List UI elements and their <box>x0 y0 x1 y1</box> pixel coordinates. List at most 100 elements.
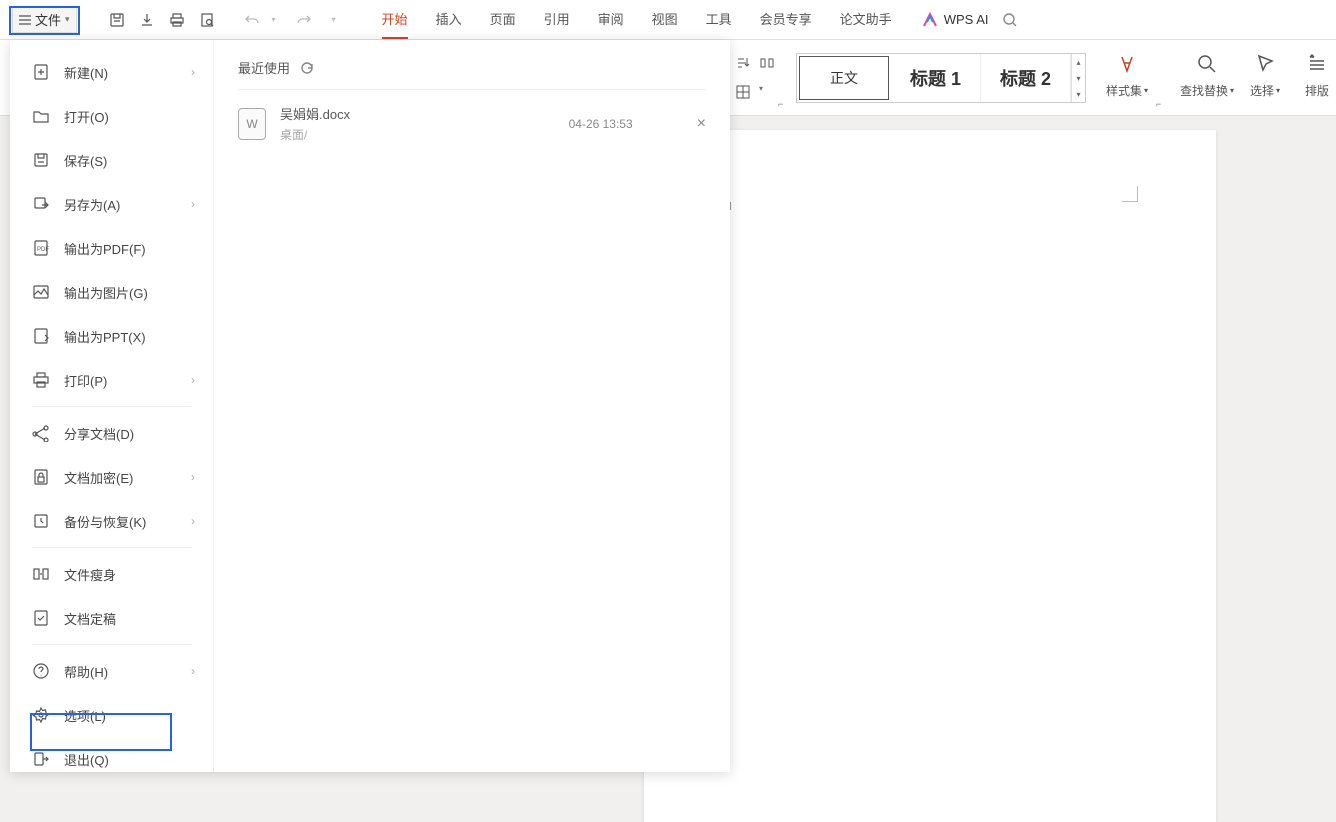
file-menu-dropdown: 新建(N) › 打开(O) 保存(S) 另存为(A) › <box>10 40 730 772</box>
styleset-button[interactable]: 样式集▾ <box>1106 50 1148 99</box>
page-corner-mark <box>1122 186 1138 202</box>
chevron-right-icon: › <box>191 664 195 678</box>
style-scroll-up-icon[interactable]: ▴ <box>1072 54 1085 70</box>
lock-icon <box>32 468 50 486</box>
recent-file-item[interactable]: W 吴娟娟.docx 桌面/ 04-26 13:53 × <box>238 90 706 157</box>
gear-icon <box>32 706 50 724</box>
styles-dialog-launcher[interactable]: ⌐ <box>1156 99 1161 109</box>
menu-separator <box>32 644 191 645</box>
menu-item-exit[interactable]: 退出(Q) <box>10 737 213 781</box>
tab-insert[interactable]: 插入 <box>436 0 462 39</box>
sort-icon[interactable] <box>735 55 751 71</box>
chevron-down-icon: ▾ <box>1276 86 1280 95</box>
print-icon[interactable] <box>169 12 185 28</box>
save-icon[interactable] <box>109 12 125 28</box>
chevron-right-icon: › <box>191 514 195 528</box>
exit-icon <box>32 750 50 768</box>
cursor-icon <box>1254 50 1276 78</box>
arrange-button[interactable]: 排版 <box>1305 50 1329 99</box>
redo-icon[interactable] <box>296 12 312 28</box>
menu-item-label: 保存(S) <box>64 151 107 170</box>
menu-item-backup[interactable]: 备份与恢复(K) › <box>10 499 213 543</box>
slim-icon <box>32 565 50 583</box>
tab-thesis[interactable]: 论文助手 <box>840 0 892 39</box>
borders-dropdown-icon[interactable]: ▾ <box>759 84 775 100</box>
paragraph-dialog-launcher[interactable]: ⌐ <box>778 99 783 109</box>
menu-separator <box>32 547 191 548</box>
refresh-icon[interactable] <box>300 61 314 75</box>
style-heading1[interactable]: 标题 1 <box>891 54 981 102</box>
new-file-icon <box>32 63 50 81</box>
menu-item-share[interactable]: 分享文档(D) <box>10 411 213 455</box>
menu-item-help[interactable]: 帮助(H) › <box>10 649 213 693</box>
menu-item-saveas[interactable]: 另存为(A) › <box>10 182 213 226</box>
menu-item-slim[interactable]: 文件瘦身 <box>10 552 213 596</box>
menu-item-exportpdf[interactable]: PDF 输出为PDF(F) <box>10 226 213 270</box>
tab-tools[interactable]: 工具 <box>706 0 732 39</box>
wps-ai-button[interactable]: WPS AI <box>922 12 989 28</box>
style-scroll-down-icon[interactable]: ▾ <box>1072 70 1085 86</box>
undo-dropdown-icon[interactable]: ▾ <box>266 12 282 28</box>
tab-references[interactable]: 引用 <box>544 0 570 39</box>
show-marks-icon[interactable] <box>759 55 775 71</box>
wps-ai-icon <box>922 12 938 28</box>
borders-icon[interactable] <box>735 84 751 100</box>
chevron-right-icon: › <box>191 197 195 211</box>
menu-item-exportimg[interactable]: 输出为图片(G) <box>10 270 213 314</box>
folder-icon <box>32 107 50 125</box>
help-icon <box>32 662 50 680</box>
select-button[interactable]: 选择▾ <box>1250 50 1280 99</box>
menu-item-encrypt[interactable]: 文档加密(E) › <box>10 455 213 499</box>
tab-start[interactable]: 开始 <box>382 0 408 39</box>
styleset-icon <box>1116 50 1138 78</box>
undo-icon[interactable] <box>244 12 260 28</box>
hamburger-icon <box>19 15 31 25</box>
menu-item-label: 打开(O) <box>64 107 109 126</box>
menu-item-label: 退出(Q) <box>64 750 109 769</box>
file-menu-label: 文件 <box>35 10 61 29</box>
qat-dropdown-icon[interactable]: ▾ <box>326 12 342 28</box>
print-preview-icon[interactable] <box>199 12 215 28</box>
menu-item-save[interactable]: 保存(S) <box>10 138 213 182</box>
menu-item-label: 输出为图片(G) <box>64 283 148 302</box>
menu-item-label: 帮助(H) <box>64 662 108 681</box>
recent-file-time: 04-26 13:53 <box>569 117 633 131</box>
menu-item-label: 打印(P) <box>64 371 107 390</box>
menu-item-open[interactable]: 打开(O) <box>10 94 213 138</box>
tab-view[interactable]: 视图 <box>652 0 678 39</box>
menu-tabs: 开始 插入 页面 引用 审阅 视图 工具 会员专享 论文助手 <box>382 0 892 39</box>
tab-page[interactable]: 页面 <box>490 0 516 39</box>
backup-icon <box>32 512 50 530</box>
image-icon <box>32 283 50 301</box>
chevron-right-icon: › <box>191 373 195 387</box>
style-heading2[interactable]: 标题 2 <box>981 54 1071 102</box>
menu-item-new[interactable]: 新建(N) › <box>10 50 213 94</box>
find-replace-button[interactable]: 查找替换▾ <box>1180 50 1234 99</box>
menu-item-label: 分享文档(D) <box>64 424 134 443</box>
tab-member[interactable]: 会员专享 <box>760 0 812 39</box>
menu-item-exportppt[interactable]: 输出为PPT(X) <box>10 314 213 358</box>
style-expand-icon[interactable]: ▾ <box>1072 86 1085 102</box>
export-icon[interactable] <box>139 12 155 28</box>
recent-header-label: 最近使用 <box>238 58 290 77</box>
close-icon[interactable]: × <box>697 115 706 133</box>
menu-item-finalize[interactable]: 文档定稿 <box>10 596 213 640</box>
menu-item-label: 输出为PPT(X) <box>64 327 146 346</box>
menu-item-label: 输出为PDF(F) <box>64 239 146 258</box>
arrange-icon <box>1306 50 1328 78</box>
menu-item-label: 文档加密(E) <box>64 468 133 487</box>
chevron-down-icon: ▾ <box>1144 86 1148 95</box>
menu-item-options[interactable]: 选项(L) <box>10 693 213 737</box>
menu-item-label: 选项(L) <box>64 706 106 725</box>
search-icon[interactable] <box>1002 12 1018 28</box>
find-replace-label: 查找替换 <box>1180 82 1228 99</box>
menu-item-label: 文档定稿 <box>64 609 116 628</box>
menu-item-label: 文件瘦身 <box>64 565 116 584</box>
file-menu-button[interactable]: 文件 ▾ <box>12 7 77 33</box>
tab-review[interactable]: 审阅 <box>598 0 624 39</box>
menu-item-print[interactable]: 打印(P) › <box>10 358 213 402</box>
saveas-icon <box>32 195 50 213</box>
save-disk-icon <box>32 151 50 169</box>
magnifier-icon <box>1196 50 1218 78</box>
style-normal[interactable]: 正文 <box>799 56 889 100</box>
